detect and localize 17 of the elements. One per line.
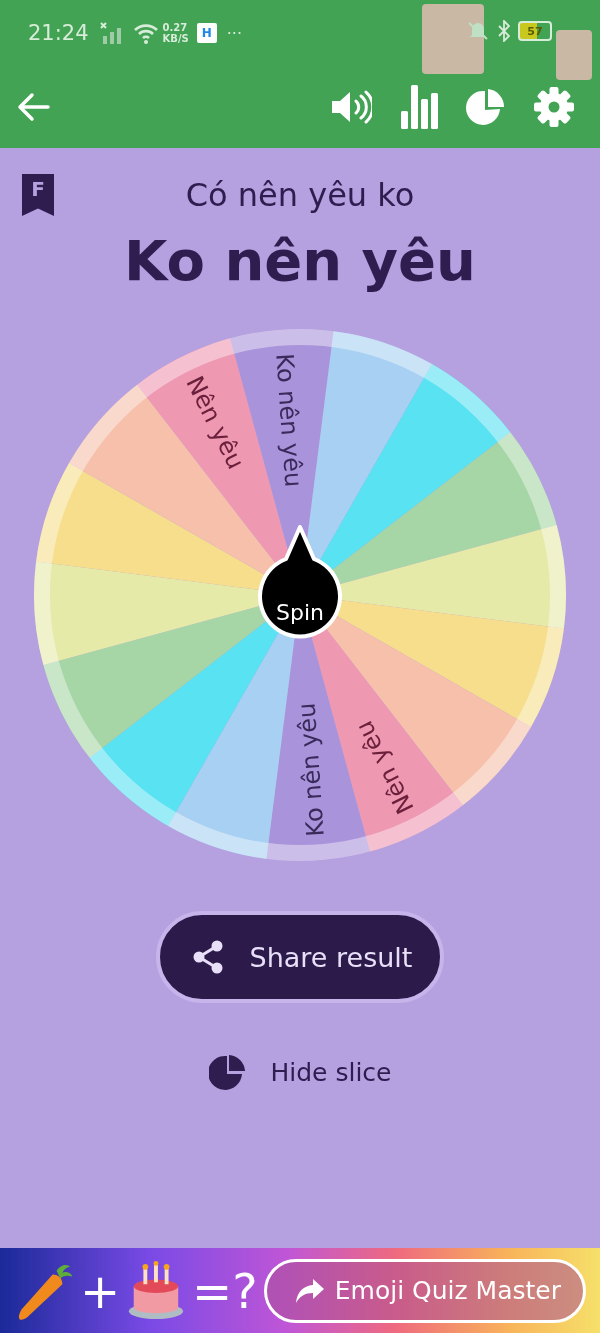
equals-question: =? xyxy=(192,1266,258,1315)
bookmark-badge[interactable]: F xyxy=(22,174,54,216)
plus-sign: + xyxy=(79,1266,121,1315)
share-result-button[interactable]: Share result xyxy=(155,911,445,1003)
slice-label: Ko nên yêu xyxy=(270,352,308,489)
slice-label: Nên yêu xyxy=(350,716,420,819)
more-notifications: ··· xyxy=(226,23,243,43)
spin-result: Ko nên yêu xyxy=(124,228,476,293)
clock-time: 21:24 xyxy=(28,21,89,45)
speed-value: 0.27 xyxy=(162,22,189,33)
slice-label: Nên yêu xyxy=(180,371,250,474)
emoji-quiz-button[interactable]: Emoji Quiz Master xyxy=(263,1258,586,1323)
hide-slice-button[interactable]: Hide slice xyxy=(204,1049,396,1095)
app-badge: H xyxy=(196,23,217,43)
speed-unit: KB/S xyxy=(162,33,189,44)
slice-label: Ko nên yêu xyxy=(292,701,330,838)
wheel-title: Có nên yêu ko xyxy=(185,176,415,214)
